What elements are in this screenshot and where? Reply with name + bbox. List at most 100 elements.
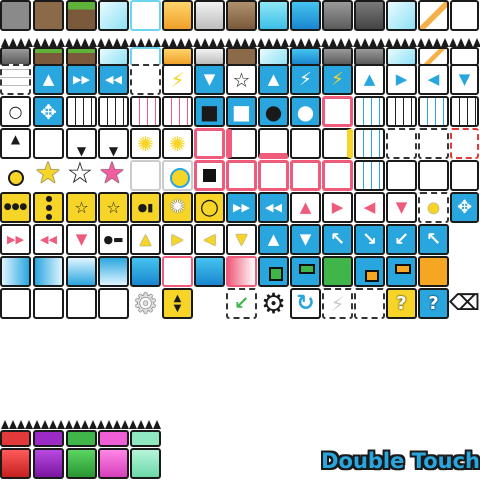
spike	[161, 38, 169, 47]
glow-blue-block	[66, 256, 97, 287]
up-small-block: ▲	[0, 128, 31, 159]
square-hole-block: ■	[194, 96, 225, 127]
spike	[177, 38, 185, 47]
gold-block	[162, 0, 193, 31]
dotted-grid-block	[98, 96, 129, 127]
square-white-block: ■	[226, 96, 257, 127]
green-block-top	[66, 430, 97, 447]
spike	[433, 38, 441, 47]
spike	[465, 38, 473, 47]
pipe-block	[386, 160, 417, 191]
pink-frame-block	[258, 160, 289, 191]
spike	[17, 420, 25, 429]
spike-strip	[0, 420, 161, 430]
left-yellow-block: ◀	[194, 224, 225, 255]
star-yellow-block: ☆	[98, 192, 129, 223]
crystal-blue-block: ✥	[450, 192, 479, 223]
down-white-arrow-block: ▼	[290, 224, 321, 255]
spike	[297, 38, 305, 47]
ring-yellow-block: ○	[194, 192, 225, 223]
crystal-block	[386, 0, 417, 31]
spike	[305, 38, 313, 47]
spike	[41, 38, 49, 47]
ring-block: ○	[0, 96, 31, 127]
burst-block: ✺	[162, 128, 193, 159]
magenta-block-top	[98, 430, 129, 447]
spike	[145, 38, 153, 47]
green-block	[322, 256, 353, 287]
spike	[409, 38, 417, 47]
blue-block	[290, 0, 321, 31]
blank-block	[450, 0, 479, 31]
star-outline-block: ☆	[226, 64, 257, 95]
spike	[137, 420, 145, 429]
spike	[169, 38, 177, 47]
purple-block	[33, 448, 64, 479]
spike	[417, 38, 425, 47]
green-block	[66, 448, 97, 479]
spike	[65, 38, 73, 47]
plain-white-block	[33, 128, 64, 159]
ice-block	[258, 0, 289, 31]
ice-block	[98, 0, 129, 31]
star-rainbow: ★	[98, 156, 126, 191]
right-outline-block: ▶	[386, 64, 417, 95]
yellow-stripe-block	[322, 128, 353, 159]
up-outline-block: ▲	[354, 64, 385, 95]
left-outline-block: ◀	[418, 64, 449, 95]
rewind-pink-block: ◀◀	[33, 224, 64, 255]
spike	[393, 38, 401, 47]
spike	[9, 38, 17, 47]
spike	[337, 38, 345, 47]
right-yellow-block: ▶	[162, 224, 193, 255]
spike	[81, 420, 89, 429]
coin-dot	[8, 170, 24, 186]
spike	[281, 38, 289, 47]
dots-yellow-block: ●●●	[0, 192, 31, 223]
pipe-block	[418, 160, 449, 191]
spike	[129, 420, 137, 429]
orb-block	[162, 160, 193, 191]
spike	[329, 38, 337, 47]
spike	[369, 38, 377, 47]
mint-block	[130, 448, 161, 479]
bolt-blue-block: ⚡	[290, 64, 321, 95]
dotted-grid-block	[386, 96, 417, 127]
arrow-ur-block: ↖	[418, 224, 449, 255]
spike	[345, 38, 353, 47]
spike	[49, 420, 57, 429]
spike	[89, 420, 97, 429]
spike	[209, 38, 217, 47]
spike	[105, 38, 113, 47]
spike	[33, 420, 41, 429]
fast-forward-block: ▶▶	[226, 192, 257, 223]
switch-orange-block	[354, 256, 385, 287]
pink-corner-block	[194, 128, 225, 159]
lever-orange-block	[386, 256, 417, 287]
spike	[257, 38, 265, 47]
up-white-arrow-block: ▲	[258, 224, 289, 255]
up-dashed-block: ▲	[258, 64, 289, 95]
spike	[73, 38, 81, 47]
metal-block	[194, 0, 225, 31]
grass-block	[66, 0, 97, 31]
bolt-yellow-block: ⚡	[322, 64, 353, 95]
star-outline: ☆	[66, 156, 94, 191]
spike	[57, 38, 65, 47]
glow-blue-block	[0, 256, 31, 287]
spike	[457, 38, 465, 47]
dotted-grid-block	[0, 64, 31, 95]
magenta-block	[98, 448, 129, 479]
orange-block	[418, 256, 449, 287]
dotted-grid-block	[450, 96, 479, 127]
spike	[321, 38, 329, 47]
pink-edge-block	[258, 128, 289, 159]
star-yellow-block: ☆	[66, 192, 97, 223]
blue-dotted-block	[354, 160, 385, 191]
empty-dashed-block	[354, 288, 385, 319]
spike	[121, 420, 129, 429]
spike	[249, 38, 257, 47]
dotted-grid-block	[66, 96, 97, 127]
glow-blue-block	[33, 256, 64, 287]
dotted-block	[386, 128, 417, 159]
